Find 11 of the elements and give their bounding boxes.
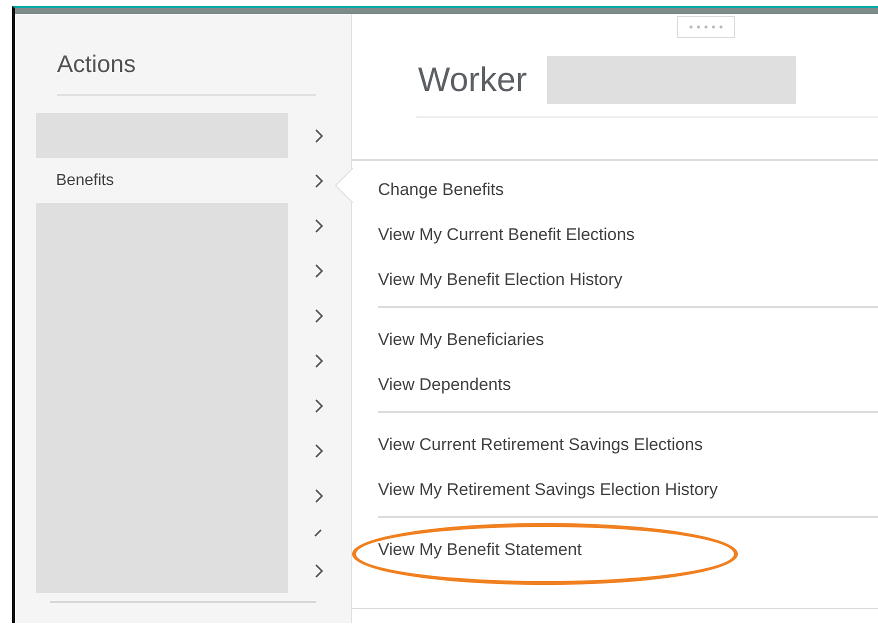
menu-item[interactable]: View Dependents <box>378 374 511 394</box>
menu-item[interactable]: View My Benefit Election History <box>378 270 622 290</box>
menu-item[interactable]: View My Benefit Statement <box>378 540 582 560</box>
panel-title: Actions <box>57 50 136 80</box>
menu-item[interactable]: View My Beneficiaries <box>378 330 544 350</box>
action-item[interactable]: Benefits <box>56 172 114 190</box>
menu-item[interactable]: Change Benefits <box>378 180 504 200</box>
menu-item[interactable]: View My Current Benefit Elections <box>378 224 635 244</box>
menu-item[interactable]: View Current Retirement Savings Elections <box>378 434 703 454</box>
page-title: Worker <box>418 60 527 100</box>
menu-item[interactable]: View My Retirement Savings Election History <box>378 480 718 500</box>
